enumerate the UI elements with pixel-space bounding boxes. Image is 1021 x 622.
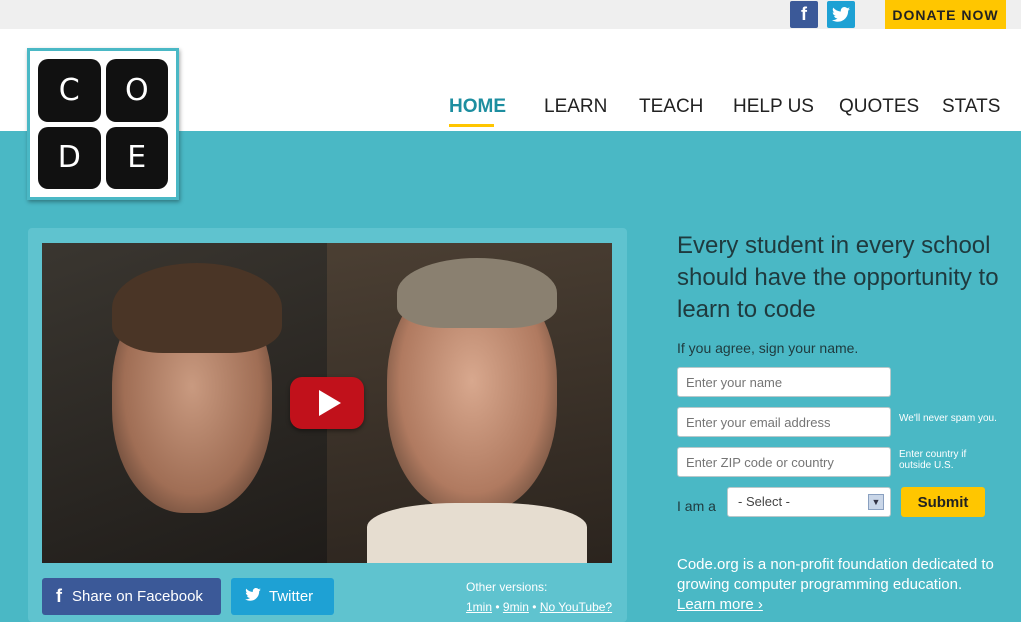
nav-teach[interactable]: TEACH xyxy=(639,96,703,118)
top-bar xyxy=(0,0,1021,29)
role-select[interactable]: - Select - ▼ xyxy=(727,487,891,517)
nav-stats[interactable]: STATS xyxy=(942,96,1000,118)
video-player[interactable] xyxy=(42,243,612,563)
zip-input[interactable] xyxy=(677,447,891,477)
share-facebook-button[interactable]: f Share on Facebook xyxy=(42,578,221,615)
play-icon xyxy=(319,390,341,416)
twitter-icon[interactable] xyxy=(827,1,855,28)
zip-hint: Enter country if outside U.S. xyxy=(899,449,967,471)
headline: Every student in every school should hav… xyxy=(677,232,999,323)
sign-label: If you agree, sign your name. xyxy=(677,340,859,356)
facebook-icon[interactable]: f xyxy=(790,1,818,28)
other-versions-label: Other versions: xyxy=(466,580,548,594)
video-thumbnail-right xyxy=(327,243,612,563)
no-youtube-link[interactable]: No YouTube? xyxy=(540,600,612,614)
logo-letter: D xyxy=(38,126,101,189)
nav-learn[interactable]: LEARN xyxy=(544,96,607,118)
share-twitter-label: Twitter xyxy=(269,588,314,605)
name-input[interactable] xyxy=(677,367,891,397)
nav-quotes[interactable]: QUOTES xyxy=(839,96,919,118)
about-text: Code.org is a non-profit foundation dedi… xyxy=(677,556,994,593)
twitter-icon xyxy=(245,588,261,605)
video-thumbnail-left xyxy=(42,243,327,563)
logo-letter: C xyxy=(38,59,101,122)
nav-help-us[interactable]: HELP US xyxy=(733,96,814,118)
logo-letter: O xyxy=(105,59,168,122)
donate-button[interactable]: DONATE NOW xyxy=(885,0,1006,29)
chevron-down-icon[interactable]: ▼ xyxy=(868,494,884,510)
learn-more-link[interactable]: Learn more › xyxy=(677,596,763,613)
role-select-value: - Select - xyxy=(738,494,791,509)
version-1min-link[interactable]: 1min xyxy=(466,600,492,614)
logo-letter: E xyxy=(105,126,168,189)
share-facebook-label: Share on Facebook xyxy=(72,588,203,605)
separator: • xyxy=(495,600,500,614)
email-hint: We'll never spam you. xyxy=(899,413,997,424)
i-am-label: I am a xyxy=(677,498,716,514)
nav-home[interactable]: HOME xyxy=(449,96,506,118)
email-input[interactable] xyxy=(677,407,891,437)
separator: • xyxy=(532,600,537,614)
submit-button[interactable]: Submit xyxy=(901,487,985,517)
play-button[interactable] xyxy=(290,377,364,429)
share-twitter-button[interactable]: Twitter xyxy=(231,578,334,615)
facebook-icon: f xyxy=(56,586,62,606)
other-versions-links: 1min • 9min • No YouTube? xyxy=(466,600,612,614)
version-9min-link[interactable]: 9min xyxy=(503,600,529,614)
active-nav-indicator xyxy=(449,124,494,127)
code-logo[interactable]: C O D E xyxy=(27,48,179,200)
